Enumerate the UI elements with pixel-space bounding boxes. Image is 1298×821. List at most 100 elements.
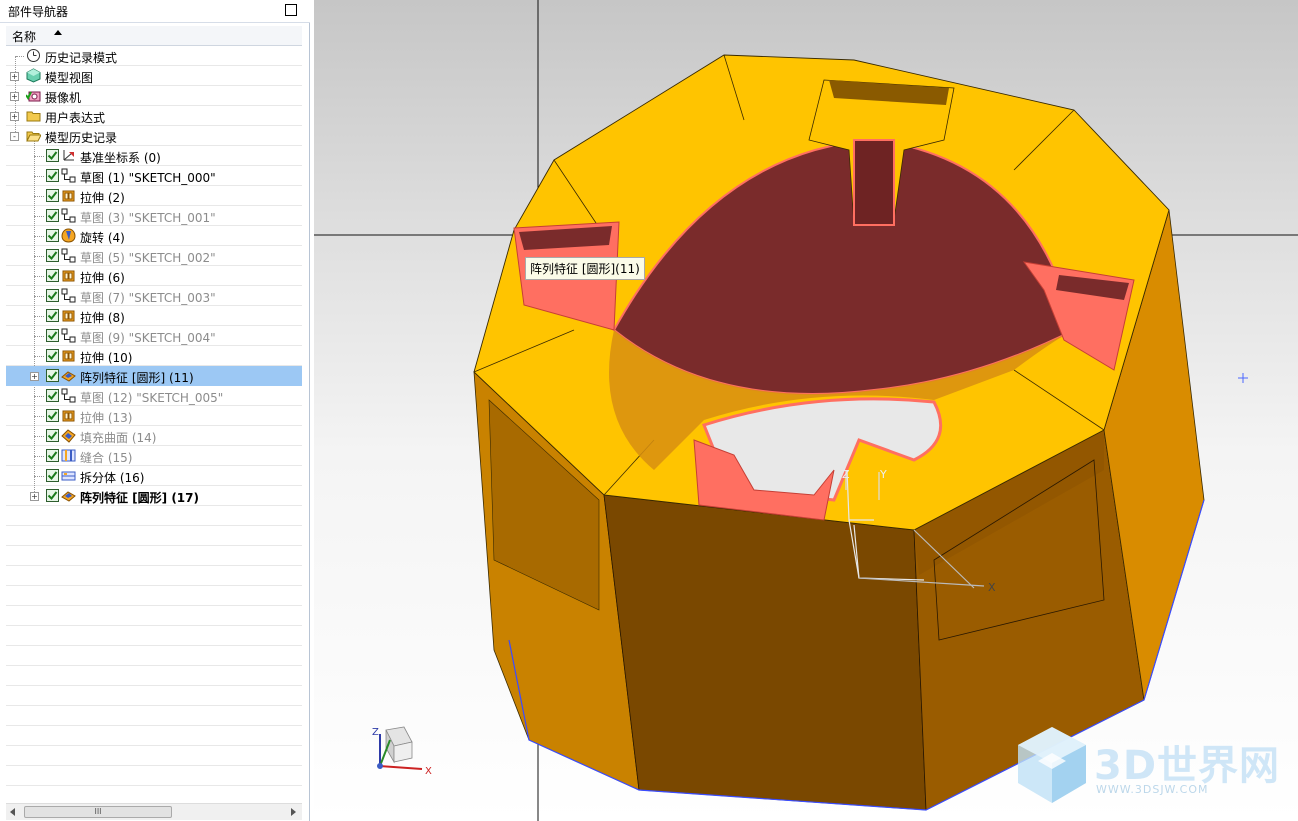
extrude-icon bbox=[61, 268, 76, 283]
visibility-checkbox[interactable] bbox=[46, 169, 59, 182]
tree-item[interactable]: 旋转 (4) bbox=[6, 226, 302, 246]
collapse-icon[interactable]: - bbox=[10, 132, 19, 141]
tree-guide-line bbox=[34, 176, 44, 177]
visibility-checkbox[interactable] bbox=[46, 429, 59, 442]
tree-item[interactable]: 草图 (9) "SKETCH_004" bbox=[6, 326, 302, 346]
tree-item[interactable]: 缝合 (15) bbox=[6, 446, 302, 466]
column-header-label: 名称 bbox=[12, 30, 37, 44]
tree-item[interactable]: 草图 (7) "SKETCH_003" bbox=[6, 286, 302, 306]
tree-item[interactable]: 历史记录模式 bbox=[6, 46, 302, 66]
visibility-checkbox[interactable] bbox=[46, 409, 59, 422]
tree-item-label: 草图 (9) "SKETCH_004" bbox=[80, 331, 216, 345]
tree-guide-line bbox=[34, 156, 44, 157]
triad-z-label: Z bbox=[372, 727, 379, 738]
triad-x-label: X bbox=[425, 766, 432, 777]
tree-item[interactable]: 草图 (5) "SKETCH_002" bbox=[6, 246, 302, 266]
expand-icon[interactable]: + bbox=[10, 112, 19, 121]
extrude-icon bbox=[61, 348, 76, 363]
pattern-feature-icon bbox=[61, 488, 76, 503]
sew-icon bbox=[61, 448, 76, 463]
watermark-url: WWW.3DSJW.COM bbox=[1096, 783, 1209, 796]
maximize-icon[interactable] bbox=[285, 4, 297, 16]
tree-item[interactable]: + 阵列特征 [圆形] (17) bbox=[6, 486, 302, 506]
tree-item[interactable]: 基准坐标系 (0) bbox=[6, 146, 302, 166]
tree-item[interactable]: - 模型历史记录 bbox=[6, 126, 302, 146]
sketch-icon bbox=[61, 248, 76, 263]
fill-surface-icon bbox=[61, 428, 76, 443]
scroll-right-icon[interactable] bbox=[291, 808, 296, 816]
tree-guide-line bbox=[34, 476, 44, 477]
tree-item[interactable]: 草图 (1) "SKETCH_000" bbox=[6, 166, 302, 186]
expand-icon[interactable]: + bbox=[30, 372, 39, 381]
visibility-checkbox[interactable] bbox=[46, 249, 59, 262]
visibility-checkbox[interactable] bbox=[46, 209, 59, 222]
model-body[interactable] bbox=[473, 54, 1205, 811]
tree-guide-line bbox=[34, 316, 44, 317]
tree-item[interactable]: 拉伸 (13) bbox=[6, 406, 302, 426]
clock-icon bbox=[26, 48, 41, 63]
tree-guide-line bbox=[34, 416, 44, 417]
visibility-checkbox[interactable] bbox=[46, 369, 59, 382]
visibility-checkbox[interactable] bbox=[46, 189, 59, 202]
tree-item-label: 拆分体 (16) bbox=[80, 471, 145, 485]
model-canvas[interactable]: Z Y X Z X bbox=[314, 0, 1298, 821]
expand-icon[interactable]: + bbox=[10, 72, 19, 81]
expand-icon[interactable]: + bbox=[30, 492, 39, 501]
column-header-name[interactable]: 名称 bbox=[6, 26, 302, 46]
tree-item-label: 旋转 (4) bbox=[80, 231, 125, 245]
graphics-viewport[interactable]: Z Y X Z X 阵列特征 [圆形](11) 3D世界网 WWW.3DSJW.… bbox=[314, 0, 1298, 821]
wcs-x-label: X bbox=[988, 581, 996, 594]
extrude-icon bbox=[61, 408, 76, 423]
tree-guide-line bbox=[34, 456, 44, 457]
visibility-checkbox[interactable] bbox=[46, 229, 59, 242]
tree-item[interactable]: + 阵列特征 [圆形] (11) bbox=[6, 366, 302, 386]
view-triad-icon[interactable] bbox=[377, 726, 423, 770]
tree-item[interactable]: 拉伸 (8) bbox=[6, 306, 302, 326]
tree-item-label: 摄像机 bbox=[45, 91, 82, 105]
visibility-checkbox[interactable] bbox=[46, 489, 59, 502]
sketch-icon bbox=[61, 388, 76, 403]
visibility-checkbox[interactable] bbox=[46, 309, 59, 322]
tree-item-label: 缝合 (15) bbox=[80, 451, 133, 465]
tree-item-label: 拉伸 (6) bbox=[80, 271, 125, 285]
visibility-checkbox[interactable] bbox=[46, 329, 59, 342]
tree-guide-line bbox=[16, 56, 24, 57]
tree-item[interactable]: 拉伸 (2) bbox=[6, 186, 302, 206]
feature-tooltip: 阵列特征 [圆形](11) bbox=[525, 257, 645, 280]
scrollbar-thumb[interactable]: III bbox=[24, 806, 172, 818]
tree-guide-line bbox=[34, 256, 44, 257]
visibility-checkbox[interactable] bbox=[46, 389, 59, 402]
part-navigator-panel: 部件导航器 名称 历史记录模式 + 模型视图 + 摄像机 + 用户表达式 - 模型历史记录 基准坐… bbox=[0, 0, 310, 821]
scroll-left-icon[interactable] bbox=[10, 808, 15, 816]
tree-item[interactable]: 草图 (3) "SKETCH_001" bbox=[6, 206, 302, 226]
visibility-checkbox[interactable] bbox=[46, 469, 59, 482]
tree-item-label: 草图 (7) "SKETCH_003" bbox=[80, 291, 216, 305]
visibility-checkbox[interactable] bbox=[46, 349, 59, 362]
visibility-checkbox[interactable] bbox=[46, 289, 59, 302]
folder-icon bbox=[26, 108, 41, 123]
tree-item[interactable]: + 用户表达式 bbox=[6, 106, 302, 126]
tree-item[interactable]: 拉伸 (10) bbox=[6, 346, 302, 366]
plus-marker-icon bbox=[1238, 373, 1248, 383]
tree-item[interactable]: 拆分体 (16) bbox=[6, 466, 302, 486]
sketch-icon bbox=[61, 168, 76, 183]
wcs-z-label: Z bbox=[842, 468, 850, 481]
feature-tree: 历史记录模式 + 模型视图 + 摄像机 + 用户表达式 - 模型历史记录 基准坐标系 (0) 草图 … bbox=[6, 46, 302, 802]
tree-item[interactable]: 拉伸 (6) bbox=[6, 266, 302, 286]
tree-item[interactable]: + 摄像机 bbox=[6, 86, 302, 106]
watermark-cube-icon bbox=[1018, 727, 1086, 803]
datum-csys-icon bbox=[61, 148, 76, 163]
tree-item[interactable]: 草图 (12) "SKETCH_005" bbox=[6, 386, 302, 406]
tree-item[interactable]: + 模型视图 bbox=[6, 66, 302, 86]
tree-item-label: 阵列特征 [圆形] (11) bbox=[80, 371, 194, 385]
expand-icon[interactable]: + bbox=[10, 92, 19, 101]
tree-guide-line bbox=[34, 436, 44, 437]
camera-icon bbox=[25, 88, 41, 103]
visibility-checkbox[interactable] bbox=[46, 269, 59, 282]
tree-guide-line bbox=[34, 216, 44, 217]
tree-item-label: 草图 (12) "SKETCH_005" bbox=[80, 391, 224, 405]
horizontal-scrollbar[interactable]: III bbox=[6, 803, 302, 820]
tree-item[interactable]: 填充曲面 (14) bbox=[6, 426, 302, 446]
visibility-checkbox[interactable] bbox=[46, 149, 59, 162]
visibility-checkbox[interactable] bbox=[46, 449, 59, 462]
